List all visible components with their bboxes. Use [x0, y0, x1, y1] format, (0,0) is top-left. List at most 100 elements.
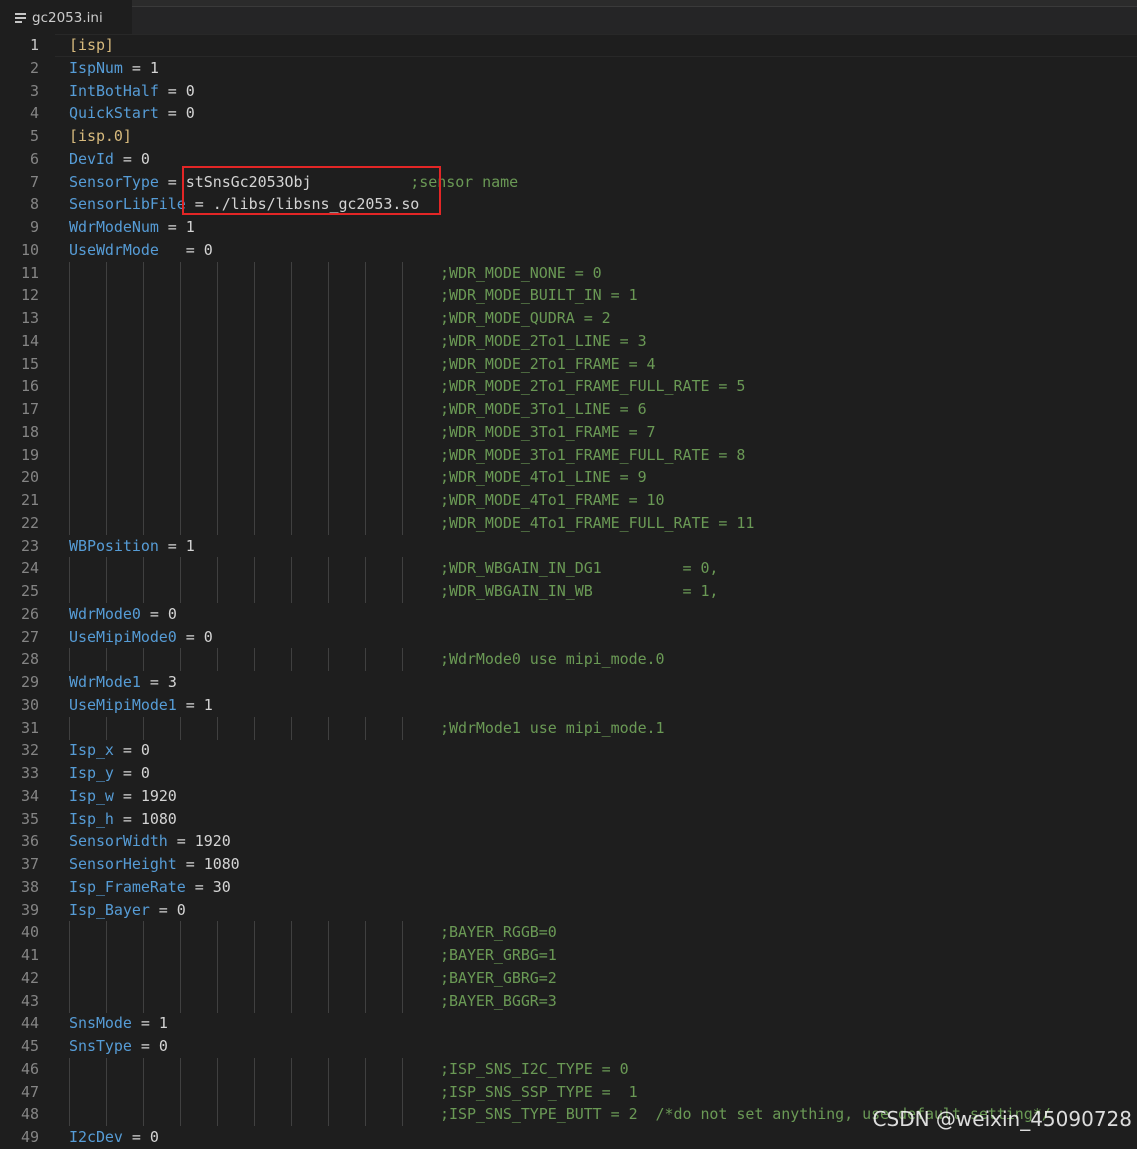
ini-key: Isp_Bayer — [69, 900, 150, 919]
code-line[interactable]: 4 QuickStart = 0 — [0, 102, 1137, 125]
ini-comment: ;WDR_MODE_2To1_FRAME = 4 — [440, 354, 656, 373]
code-line[interactable]: 30 UseMipiMode1 = 1 — [0, 694, 1137, 717]
indent-guide — [365, 420, 366, 444]
indent-guide — [291, 375, 292, 399]
indent-guide — [217, 284, 218, 308]
code-text: IntBotHalf = 0 — [69, 80, 195, 103]
line-number: 29 — [20, 673, 39, 691]
line-number: 12 — [20, 286, 39, 305]
code-line[interactable]: 36 SensorWidth = 1920 — [0, 830, 1137, 853]
indent-guide — [291, 580, 292, 603]
code-line[interactable]: 32 Isp_x = 0 — [0, 739, 1137, 762]
code-text: ;WDR_MODE_4To1_FRAME = 10 — [440, 489, 665, 512]
indent-guide — [143, 443, 144, 467]
indent-guide — [402, 511, 403, 535]
indent-guide — [402, 557, 403, 581]
code-line[interactable]: 41 ;BAYER_GRBG=1 — [0, 944, 1137, 967]
code-text: ;WDR_WBGAIN_IN_DG1 = 0, — [440, 557, 718, 580]
code-line[interactable]: 38 Isp_FrameRate = 30 — [0, 876, 1137, 899]
code-line[interactable]: 20 ;WDR_MODE_4To1_LINE = 9 — [0, 466, 1137, 490]
code-line[interactable]: 28 ;WdrMode0 use mipi_mode.0 — [0, 648, 1137, 672]
code-line[interactable]: 47 ;ISP_SNS_SSP_TYPE = 1 — [0, 1080, 1137, 1104]
line-number: 47 — [20, 1082, 39, 1101]
code-line[interactable]: 12 ;WDR_MODE_BUILT_IN = 1 — [0, 284, 1137, 308]
code-line[interactable]: 13 ;WDR_MODE_QUDRA = 2 — [0, 307, 1137, 330]
code-line[interactable]: 33 Isp_y = 0 — [0, 762, 1137, 785]
code-line[interactable]: 42 ;BAYER_GBRG=2 — [0, 966, 1137, 990]
ini-operator: = — [158, 81, 186, 100]
code-line[interactable]: 44 SnsMode = 1 — [0, 1012, 1137, 1035]
code-line[interactable]: 39 Isp_Bayer = 0 — [0, 899, 1137, 922]
ini-comment: ;ISP_SNS_SSP_TYPE = 1 — [440, 1082, 638, 1101]
indent-guide — [143, 352, 144, 376]
code-line[interactable]: 10 UseWdrMode = 0 — [0, 239, 1137, 262]
code-line[interactable]: 43 ;BAYER_BGGR=3 — [0, 989, 1137, 1013]
code-line[interactable]: 26 WdrMode0 = 0 — [0, 603, 1137, 626]
code-line[interactable]: 24 ;WDR_WBGAIN_IN_DG1 = 0, — [0, 557, 1137, 581]
indent-guide — [365, 989, 366, 1013]
code-line[interactable]: 46 ;ISP_SNS_I2C_TYPE = 0 — [0, 1057, 1137, 1081]
code-line[interactable]: 23 WBPosition = 1 — [0, 535, 1137, 558]
indent-guide — [365, 466, 366, 490]
ini-key: QuickStart — [69, 104, 159, 123]
code-line[interactable]: 34 Isp_w = 1920 — [0, 785, 1137, 808]
code-line[interactable]: 14 ;WDR_MODE_2To1_LINE = 3 — [0, 329, 1137, 353]
code-line[interactable]: 7 SensorType = stSnsGc2053Obj ;sensor nam… — [0, 171, 1137, 194]
line-number: 10 — [20, 240, 39, 259]
line-number: 38 — [20, 877, 39, 896]
code-text: ;WDR_MODE_2To1_FRAME_FULL_RATE = 5 — [440, 375, 745, 398]
code-line[interactable]: 19 ;WDR_MODE_3To1_FRAME_FULL_RATE = 8 — [0, 443, 1137, 467]
indent-guide — [254, 398, 255, 421]
indent-guide — [69, 1080, 70, 1104]
code-line[interactable]: 29 WdrMode1 = 3 — [0, 671, 1137, 694]
line-number: 3 — [29, 81, 39, 100]
tab-label: gc2053.ini — [32, 9, 103, 26]
code-line[interactable]: 25 ;WDR_WBGAIN_IN_WB = 1, — [0, 580, 1137, 603]
indent-guide — [365, 716, 366, 740]
code-line[interactable]: 2 IspNum = 1 — [0, 57, 1137, 80]
code-line[interactable]: 40 ;BAYER_RGGB=0 — [0, 921, 1137, 945]
line-number: 25 — [20, 582, 39, 600]
code-line[interactable]: 1 [isp] — [0, 34, 1137, 57]
ini-value: 1 — [185, 536, 195, 555]
code-line[interactable]: 5 [isp.0] — [0, 125, 1137, 148]
indent-guide — [217, 921, 218, 945]
indent-guide — [328, 420, 329, 444]
code-text: ;ISP_SNS_I2C_TYPE = 0 — [440, 1058, 629, 1081]
code-editor[interactable]: 1 [isp] 2 IspNum = 1 3 IntBotHalf = 0 4 QuickSt… — [0, 32, 1137, 1146]
code-line[interactable]: 35 Isp_h = 1080 — [0, 808, 1137, 831]
indent-guide — [69, 1103, 70, 1127]
code-line[interactable]: 22 ;WDR_MODE_4To1_FRAME_FULL_RATE = 11 — [0, 511, 1137, 535]
indent-guide — [402, 398, 403, 421]
code-text: ;BAYER_RGGB=0 — [440, 921, 557, 944]
code-line[interactable]: 9 WdrModeNum = 1 — [0, 216, 1137, 239]
indent-guide — [180, 944, 181, 967]
tab-gc2053-ini[interactable]: gc2053.ini — [0, 0, 132, 35]
code-line[interactable]: 37 SensorHeight = 1080 — [0, 853, 1137, 876]
code-line[interactable]: 45 SnsType = 0 — [0, 1035, 1137, 1058]
ini-operator: = — [122, 58, 150, 77]
indent-guide — [180, 557, 181, 581]
ini-operator: = — [113, 764, 141, 782]
code-line[interactable]: 8 SensorLibFile = ./libs/libsns_gc2053.so — [0, 193, 1137, 216]
watermark: CSDN @weixin_45090728 — [872, 1107, 1132, 1131]
line-number: 18 — [20, 422, 39, 441]
ini-key: UseMipiMode1 — [69, 695, 177, 714]
code-text: ;WdrMode1 use mipi_mode.1 — [440, 717, 665, 740]
code-line[interactable]: 6 DevId = 0 — [0, 148, 1137, 171]
ini-comment: ;WDR_MODE_2To1_LINE = 3 — [440, 331, 647, 350]
code-line[interactable]: 11 ;WDR_MODE_NONE = 0 — [0, 261, 1137, 285]
code-line[interactable]: 15 ;WDR_MODE_2To1_FRAME = 4 — [0, 352, 1137, 376]
code-text: IspNum = 1 — [69, 57, 159, 80]
code-line[interactable]: 31 ;WdrMode1 use mipi_mode.1 — [0, 716, 1137, 740]
code-line[interactable]: 3 IntBotHalf = 0 — [0, 80, 1137, 103]
indent-guide — [254, 716, 255, 740]
code-line[interactable]: 21 ;WDR_MODE_4To1_FRAME = 10 — [0, 489, 1137, 512]
code-line[interactable]: 17 ;WDR_MODE_3To1_LINE = 6 — [0, 398, 1137, 421]
code-line[interactable]: 18 ;WDR_MODE_3To1_FRAME = 7 — [0, 420, 1137, 444]
code-line[interactable]: 16 ;WDR_MODE_2To1_FRAME_FULL_RATE = 5 — [0, 375, 1137, 399]
code-line[interactable]: 27 UseMipiMode0 = 0 — [0, 626, 1137, 649]
indent-guide — [365, 944, 366, 967]
ini-key: WdrModeNum — [69, 218, 159, 236]
line-number: 8 — [29, 195, 39, 214]
